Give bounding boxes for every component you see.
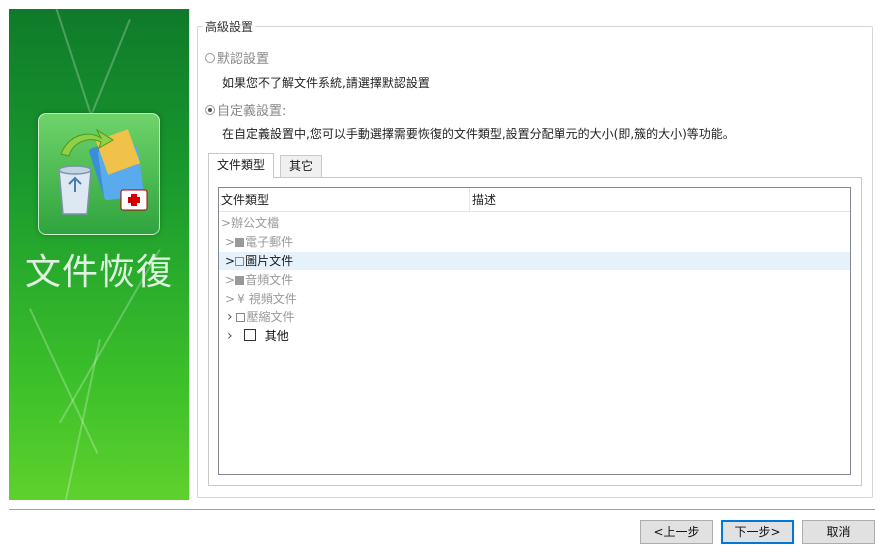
checkbox-icon[interactable] [244, 329, 257, 341]
checkbox-icon[interactable] [236, 313, 246, 322]
expand-caret-icon[interactable]: > [219, 216, 231, 230]
list-item-archives[interactable]: › 壓縮文件 [219, 308, 850, 326]
radio-checked-icon [205, 104, 215, 115]
next-button[interactable]: 下一步> [721, 520, 794, 544]
checkbox-icon[interactable] [235, 257, 245, 266]
back-button[interactable]: <上一步 [640, 520, 713, 544]
recycle-bin-folder-icon [38, 113, 160, 235]
file-type-list[interactable]: 文件類型 描述 >辦公文檔 > 電子郵件 > 圖片文件 > 音頻文件 > ¥ 視頻文件 ›… [218, 187, 851, 475]
footer-separator [9, 509, 875, 510]
list-item-label: 視頻文件 [248, 292, 297, 306]
list-item-video[interactable]: > ¥ 視頻文件 [219, 290, 850, 308]
radio-unchecked-icon [205, 52, 215, 63]
default-settings-label: 默認設置 [217, 52, 270, 67]
column-header-file-type[interactable]: 文件類型 [219, 188, 469, 212]
list-item-office-docs[interactable]: >辦公文檔 [219, 214, 850, 232]
banner-panel: 文件恢復 [9, 9, 189, 500]
column-header-description[interactable]: 描述 [470, 188, 850, 212]
list-item-label: 辦公文檔 [231, 216, 280, 230]
expand-caret-icon[interactable]: > [219, 273, 235, 287]
list-item-email[interactable]: > 電子郵件 [219, 233, 850, 251]
checkbox-partial-icon[interactable] [235, 276, 245, 285]
list-item-label: 圖片文件 [245, 254, 294, 268]
cancel-button[interactable]: 取消 [802, 520, 875, 544]
default-settings-radio[interactable]: 默認設置 [205, 48, 269, 67]
expand-caret-icon[interactable]: > [219, 235, 235, 249]
list-item-label: 其他 [264, 329, 289, 343]
banner-divider [189, 9, 190, 500]
group-title: 高級設置 [203, 18, 256, 35]
tab-other[interactable]: 其它 [280, 155, 323, 177]
checkbox-partial-icon[interactable] [235, 238, 245, 247]
list-header: 文件類型 描述 [219, 188, 850, 212]
list-item-other[interactable]: › 其他 [219, 327, 850, 345]
custom-settings-radio[interactable]: 自定義設置: [205, 100, 286, 119]
expand-caret-icon[interactable]: > [219, 292, 235, 306]
expand-caret-icon[interactable]: › [219, 328, 233, 344]
list-item-audio[interactable]: > 音頻文件 [219, 271, 850, 289]
expand-caret-icon[interactable]: > [219, 254, 235, 268]
list-item-label: 電子郵件 [245, 235, 294, 249]
banner-title: 文件恢復 [24, 252, 173, 293]
custom-settings-label: 自定義設置: [217, 104, 287, 119]
expand-caret-icon[interactable]: › [219, 309, 233, 325]
list-item-label: 壓縮文件 [246, 310, 295, 324]
custom-settings-description: 在自定義設置中,您可以手動選擇需要恢復的文件類型,設置分配單元的大小(即,簇的大… [222, 127, 735, 141]
list-item-images[interactable]: > 圖片文件 [219, 252, 850, 270]
list-item-label: 音頻文件 [245, 273, 294, 287]
tab-file-types[interactable]: 文件類型 [208, 153, 275, 178]
default-settings-description: 如果您不了解文件系統,請選擇默認設置 [222, 76, 430, 90]
yen-glyph-icon[interactable]: ¥ [235, 292, 249, 306]
